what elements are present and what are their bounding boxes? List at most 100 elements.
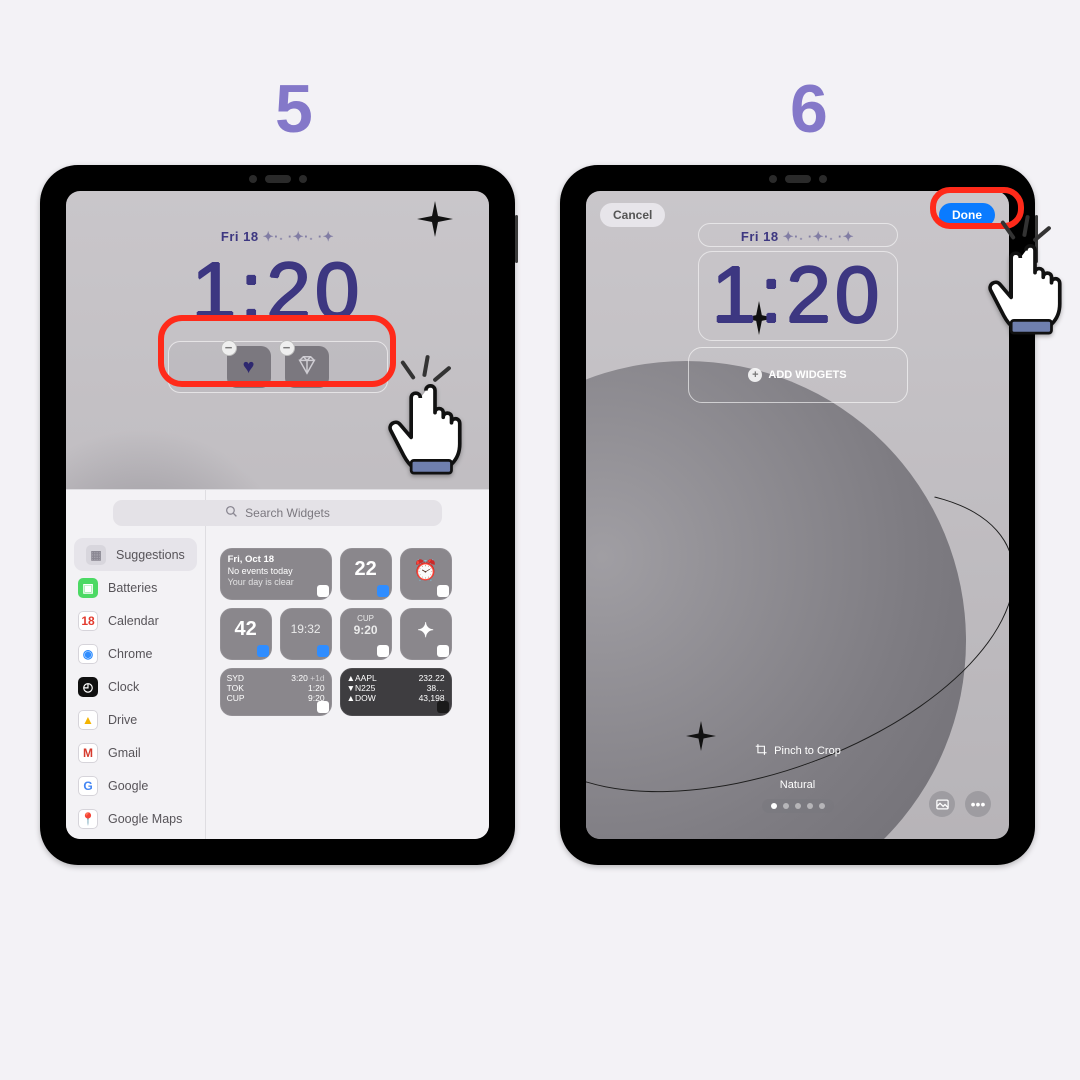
- lockscreen-step5: Fri 18 ✦·˖ ·✦·˖ ·✦ 1:20 − ♥ − Sea: [66, 191, 489, 839]
- app-badge-icon: [317, 701, 329, 713]
- search-input[interactable]: Search Widgets: [113, 500, 443, 526]
- app-icon: M: [78, 743, 98, 763]
- photos-button[interactable]: [929, 791, 955, 817]
- step-number-6: 6: [790, 70, 828, 148]
- app-badge-icon: [437, 701, 449, 713]
- ipad-frame-step6: Cancel Done Fri 18 ✦·˖ ·✦·˖ ·✦ 1:20 ADD …: [560, 165, 1035, 865]
- tile-weather-42[interactable]: 42: [220, 608, 272, 660]
- filter-label: Natural: [780, 779, 815, 791]
- tile-calendar-line2: No events today: [228, 566, 293, 576]
- sidebar-item-label: Batteries: [108, 581, 157, 595]
- lock-date: Fri 18 ✦·˖ ·✦·˖ ·✦: [221, 229, 334, 245]
- widget-diamond[interactable]: −: [285, 346, 329, 388]
- sidebar-item-chrome[interactable]: ◉ Chrome: [66, 637, 205, 670]
- crop-icon: [754, 743, 767, 759]
- tile-world-clock[interactable]: SYD3:20 +1dTOK1:20CUP9:20: [220, 668, 332, 716]
- tile-cup-value: 9:20: [340, 623, 392, 637]
- lockscreen-step6: Cancel Done Fri 18 ✦·˖ ·✦·˖ ·✦ 1:20 ADD …: [586, 191, 1009, 839]
- pinch-text: Pinch to Crop: [774, 745, 841, 757]
- sidebar-item-label: Chrome: [108, 647, 152, 661]
- sidebar-item-clock[interactable]: ◴ Clock: [66, 670, 205, 703]
- tile-stocks[interactable]: ▲AAPL232.22▼N22538…▲DOW43,198: [340, 668, 452, 716]
- tile-health-sparkle[interactable]: ✦: [400, 608, 452, 660]
- tile-cup-920[interactable]: CUP9:20: [340, 608, 392, 660]
- app-badge-icon: [377, 585, 389, 597]
- sensor-bar: [249, 175, 307, 183]
- add-widgets-button[interactable]: ADD WIDGETS: [688, 347, 908, 403]
- lock-time: 1:20: [712, 249, 884, 341]
- tile-alarm[interactable]: ⏰: [400, 548, 452, 600]
- sidebar-item-label: Drive: [108, 713, 137, 727]
- sidebar-item-suggestions[interactable]: ▦ Suggestions: [74, 538, 197, 571]
- cancel-button[interactable]: Cancel: [600, 203, 665, 227]
- remove-widget-icon[interactable]: −: [221, 340, 237, 356]
- tap-gesture-icon: [380, 365, 490, 475]
- tap-gesture-icon: [980, 225, 1080, 335]
- tile-weather-value: 22: [340, 558, 392, 581]
- sidebar-item-health[interactable]: ♥Health: [66, 835, 205, 839]
- ipad-frame-step5: Fri 18 ✦·˖ ·✦·˖ ·✦ 1:20 − ♥ − Sea: [40, 165, 515, 865]
- tile-calendar-line3: Your day is clear: [228, 577, 294, 587]
- tile-cup-label: CUP: [357, 614, 374, 623]
- remove-widget-icon[interactable]: −: [279, 340, 295, 356]
- sidebar-item-google[interactable]: G Google: [66, 769, 205, 802]
- sparkle-icon: [686, 721, 716, 751]
- sidebar-item-google-maps[interactable]: 📍 Google Maps: [66, 802, 205, 835]
- done-button[interactable]: Done: [939, 203, 995, 227]
- more-button[interactable]: •••: [965, 791, 991, 817]
- tile-clock-1932[interactable]: 19:32: [280, 608, 332, 660]
- app-icon: 📍: [78, 809, 98, 829]
- diamond-icon: [296, 354, 318, 381]
- pinch-to-crop-label: Pinch to Crop: [754, 743, 841, 759]
- lock-time: 1:20: [192, 245, 364, 337]
- widget-category-sidebar: ▦ Suggestions ▣ Batteries 18 Calendar ◉ Chrome ◴…: [66, 490, 206, 839]
- app-icon: 18: [78, 611, 98, 631]
- sidebar-item-gmail[interactable]: M Gmail: [66, 736, 205, 769]
- sidebar-item-label: Gmail: [108, 746, 141, 760]
- app-icon: ◉: [78, 644, 98, 664]
- app-badge-icon: [437, 585, 449, 597]
- widget-heart[interactable]: − ♥: [227, 346, 271, 388]
- heart-icon: ♥: [243, 356, 255, 379]
- sensor-bar: [769, 175, 827, 183]
- lock-date-decor: ✦·˖ ·✦·˖ ·✦: [783, 229, 854, 244]
- app-badge-icon: [257, 645, 269, 657]
- widget-picker-panel: Search Widgets ▦ Suggestions ▣ Batteries 18 C…: [66, 489, 489, 839]
- sidebar-item-label: Google Maps: [108, 812, 182, 826]
- search-icon: [225, 505, 238, 521]
- sidebar-item-calendar[interactable]: 18 Calendar: [66, 604, 205, 637]
- sidebar-item-label: Suggestions: [116, 548, 185, 562]
- suggestions-grid: Fri, Oct 18 No events today Your day is …: [206, 490, 489, 839]
- sidebar-item-label: Clock: [108, 680, 139, 694]
- sidebar-item-label: Google: [108, 779, 148, 793]
- widget-strip[interactable]: − ♥ −: [168, 341, 388, 393]
- lock-date-text: Fri 18: [221, 229, 259, 244]
- app-icon: ◴: [78, 677, 98, 697]
- sparkle-icon: [417, 201, 453, 237]
- app-icon: ▦: [86, 545, 106, 565]
- tile-weather-22[interactable]: 22: [340, 548, 392, 600]
- lock-date: Fri 18 ✦·˖ ·✦·˖ ·✦: [741, 229, 854, 245]
- add-widgets-label: ADD WIDGETS: [768, 369, 846, 381]
- tile-weather-value: 42: [220, 618, 272, 641]
- tile-calendar-date: Fri, Oct 18: [228, 554, 274, 565]
- app-badge-icon: [317, 645, 329, 657]
- app-icon: G: [78, 776, 98, 796]
- app-icon: ▣: [78, 578, 98, 598]
- filter-pager-dots[interactable]: [762, 799, 834, 813]
- tile-clock-time: 19:32: [280, 622, 332, 636]
- lock-date-text: Fri 18: [741, 229, 779, 244]
- sidebar-item-batteries[interactable]: ▣ Batteries: [66, 571, 205, 604]
- sidebar-item-drive[interactable]: ▲ Drive: [66, 703, 205, 736]
- sidebar-item-label: Calendar: [108, 614, 159, 628]
- search-placeholder: Search Widgets: [245, 506, 330, 520]
- app-badge-icon: [437, 645, 449, 657]
- app-badge-icon: [377, 645, 389, 657]
- app-badge-icon: [317, 585, 329, 597]
- lock-date-decor: ✦·˖ ·✦·˖ ·✦: [263, 229, 334, 244]
- step-number-5: 5: [275, 70, 313, 148]
- tile-calendar[interactable]: Fri, Oct 18 No events today Your day is …: [220, 548, 332, 600]
- alarm-icon: ⏰: [400, 558, 452, 583]
- app-icon: ▲: [78, 710, 98, 730]
- sparkle-icon: ✦: [400, 618, 452, 643]
